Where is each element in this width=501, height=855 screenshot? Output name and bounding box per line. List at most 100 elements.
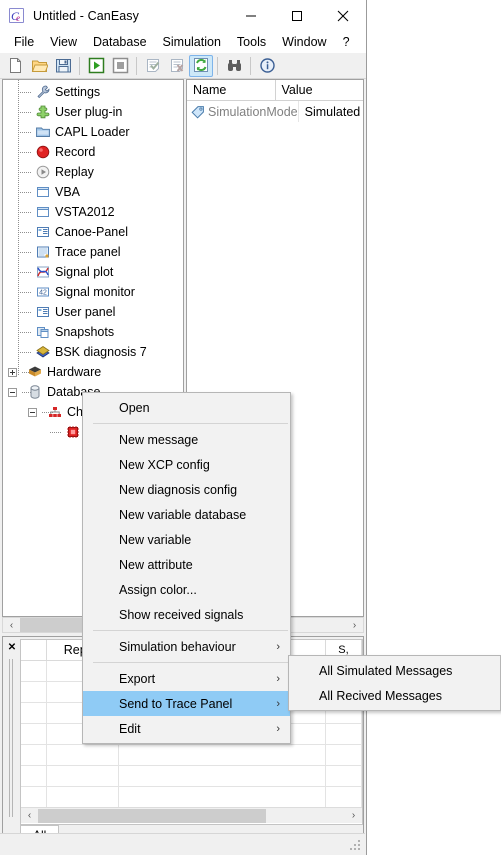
record-red-circle-icon [35, 144, 51, 160]
title-bar: C e Untitled - CanEasy [0, 0, 366, 31]
tree-item-vsta2012[interactable]: VSTA2012 [3, 202, 183, 222]
menu-item-tools[interactable]: Tools [229, 33, 274, 51]
info-icon[interactable] [255, 55, 279, 77]
tree-expander-channel[interactable] [28, 407, 37, 417]
tree-item-trace-panel[interactable]: Trace panel [3, 242, 183, 262]
attribute-value-cell[interactable]: Simulated [299, 101, 363, 122]
tree-connector [47, 422, 65, 442]
toolbar-separator [79, 56, 80, 75]
menu-item-database[interactable]: Database [85, 33, 155, 51]
maximize-button[interactable] [274, 0, 320, 31]
save-floppy-icon[interactable] [51, 55, 75, 77]
toolbar-separator [217, 56, 218, 75]
tree-item-canoe-panel[interactable]: Canoe-Panel [3, 222, 183, 242]
tree-item-capl-loader[interactable]: CAPL Loader [3, 122, 183, 142]
tree-item-user-panel[interactable]: User panel [3, 302, 183, 322]
menu-item-view[interactable]: View [42, 33, 85, 51]
context-menu-item-label: New diagnosis config [119, 482, 238, 497]
tree-connector [17, 282, 35, 302]
context-menu-item-new-variable[interactable]: New variable [83, 527, 290, 552]
binoculars-search-icon[interactable] [222, 55, 246, 77]
tree-expander-hardware[interactable] [8, 367, 17, 377]
channel-network-icon [47, 404, 63, 420]
scroll-right-arrow[interactable]: › [346, 618, 363, 632]
context-menu-item-export[interactable]: Export › [83, 666, 290, 691]
new-document-icon[interactable] [3, 55, 27, 77]
attribute-row-simulationmode[interactable]: SimulationMode Simulated [187, 101, 363, 122]
context-menu-item-label: Simulation behaviour [119, 639, 236, 654]
menu-item-simulation[interactable]: Simulation [155, 33, 229, 51]
tree-connector [17, 322, 35, 342]
scroll-left-arrow[interactable]: ‹ [3, 618, 20, 632]
blue-folder-icon [35, 124, 51, 140]
open-folder-icon[interactable] [27, 55, 51, 77]
stop-simulation-icon[interactable] [108, 55, 132, 77]
tree-item-bsk-diagnosis[interactable]: BSK diagnosis 7 [3, 342, 183, 362]
table-row[interactable] [21, 787, 362, 808]
start-simulation-icon[interactable] [84, 55, 108, 77]
diagnosis-stack-icon [35, 344, 51, 360]
submenu-item-all-recived-messages[interactable]: All Recived Messages [289, 683, 500, 708]
tree-item-record[interactable]: Record [3, 142, 183, 162]
context-menu-item-send-to-trace-panel[interactable]: Send to Trace Panel › [83, 691, 290, 716]
scroll-right-arrow[interactable]: › [345, 809, 362, 823]
menu-item-file[interactable]: File [6, 33, 42, 51]
context-menu-item-simulation-behaviour[interactable]: Simulation behaviour › [83, 634, 290, 659]
tree-connector [17, 342, 35, 362]
context-menu-separator [93, 662, 288, 663]
tree-connector [17, 222, 35, 242]
report-horizontal-scrollbar[interactable]: ‹ › [21, 807, 362, 823]
column-header-name[interactable]: Name [187, 80, 276, 100]
check-list-icon[interactable] [141, 55, 165, 77]
context-menu-item-label: Assign color... [119, 582, 197, 597]
close-button[interactable] [320, 0, 366, 31]
menu-item-window[interactable]: Window [274, 33, 334, 51]
context-menu-item-show-received-signals[interactable]: Show received signals [83, 602, 290, 627]
tree-connector [19, 382, 33, 402]
tree-connector [19, 362, 33, 382]
table-row[interactable] [21, 745, 362, 766]
tree-item-settings[interactable]: Settings [3, 82, 183, 102]
context-menu-item-label: Show received signals [119, 607, 244, 622]
submenu-item-all-simulated-messages[interactable]: All Simulated Messages [289, 658, 500, 683]
tree-item-vba[interactable]: VBA [3, 182, 183, 202]
chevron-right-icon: › [276, 672, 280, 685]
column-header-value[interactable]: Value [276, 80, 364, 100]
tree-item-label: VBA [55, 185, 81, 199]
context-menu-item-new-variable-database[interactable]: New variable database [83, 502, 290, 527]
close-icon[interactable]: ✕ [5, 640, 19, 654]
scroll-left-arrow[interactable]: ‹ [21, 809, 38, 823]
tree-item-signal-plot[interactable]: Signal plot [3, 262, 183, 282]
context-menu-item-label: Export [119, 671, 156, 686]
dock-gripper[interactable] [7, 659, 16, 817]
clear-list-icon[interactable] [165, 55, 189, 77]
context-menu[interactable]: Open New message New XCP config New diag… [82, 392, 291, 744]
context-menu-item-new-xcp-config[interactable]: New XCP config [83, 452, 290, 477]
window-controls [228, 0, 366, 31]
blank-window-icon [35, 204, 51, 220]
context-submenu-send-to-trace-panel[interactable]: All Simulated Messages All Recived Messa… [288, 655, 501, 711]
context-menu-item-open[interactable]: Open [83, 395, 290, 420]
menu-item-help[interactable]: ? [335, 33, 358, 51]
context-menu-item-new-message[interactable]: New message [83, 427, 290, 452]
context-menu-item-edit[interactable]: Edit › [83, 716, 290, 741]
context-menu-item-new-attribute[interactable]: New attribute [83, 552, 290, 577]
tree-item-replay[interactable]: Replay [3, 162, 183, 182]
context-menu-item-new-diagnosis-config[interactable]: New diagnosis config [83, 477, 290, 502]
tree-item-label: Signal plot [55, 265, 114, 279]
scroll-track[interactable] [38, 808, 345, 823]
tree-item-snapshots[interactable]: Snapshots [3, 322, 183, 342]
scroll-thumb[interactable] [38, 808, 266, 823]
minimize-button[interactable] [228, 0, 274, 31]
tree-item-hardware[interactable]: Hardware [3, 362, 183, 382]
tree-connector [17, 122, 35, 142]
tree-item-user-plug-in[interactable]: User plug-in [3, 102, 183, 122]
report-column-0[interactable] [21, 640, 47, 661]
context-menu-item-assign-color[interactable]: Assign color... [83, 577, 290, 602]
refresh-sync-icon[interactable] [189, 54, 213, 77]
tree-expander-database[interactable] [8, 387, 17, 397]
toolbar [0, 53, 366, 79]
table-row[interactable] [21, 766, 362, 787]
resize-grip[interactable] [350, 840, 362, 852]
tree-item-signal-monitor[interactable]: 42 Signal monitor [3, 282, 183, 302]
